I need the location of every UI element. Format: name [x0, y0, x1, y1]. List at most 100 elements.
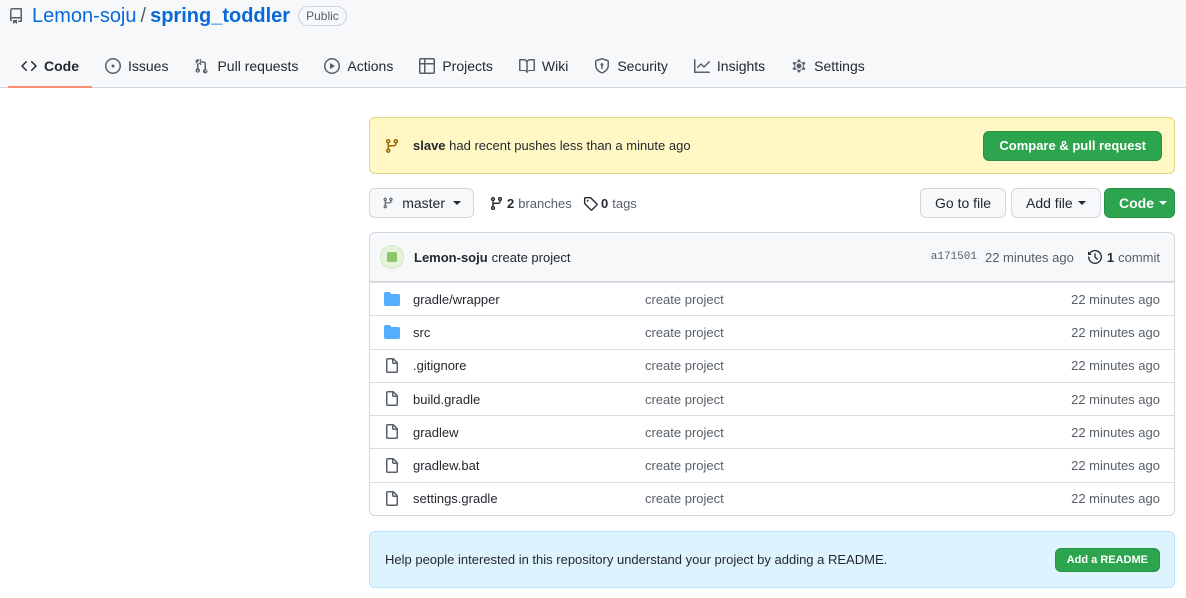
file-age: 22 minutes ago — [1071, 291, 1160, 307]
commit-sha-link[interactable]: a171501 — [931, 251, 977, 263]
add-file-button[interactable]: Add file — [1011, 188, 1101, 218]
history-icon — [1087, 250, 1102, 264]
file-icon — [384, 457, 400, 474]
file-name-link[interactable]: gradlew.bat — [413, 458, 480, 473]
file-age: 22 minutes ago — [1071, 458, 1160, 474]
file-age: 22 minutes ago — [1071, 491, 1160, 507]
file-age: 22 minutes ago — [1071, 391, 1160, 407]
tab-label: Projects — [442, 58, 493, 74]
table-row: build.gradle create project 22 minutes a… — [370, 381, 1174, 415]
file-name-link[interactable]: build.gradle — [413, 392, 480, 407]
commit-history-link[interactable]: 1 commit — [1087, 249, 1160, 265]
tab-actions[interactable]: Actions — [311, 46, 406, 88]
file-name-link[interactable]: gradlew — [413, 425, 459, 440]
add-readme-button[interactable]: Add a README — [1054, 547, 1160, 572]
branches-label: branches — [518, 195, 572, 211]
table-row: gradle/wrapper create project 22 minutes… — [370, 282, 1174, 315]
tags-label: tags — [612, 195, 637, 211]
commit-count: 1 — [1106, 249, 1115, 265]
code-dropdown-button[interactable]: Code — [1104, 188, 1175, 218]
file-name-link[interactable]: gradle/wrapper — [413, 292, 500, 307]
visibility-badge: Public — [298, 6, 347, 26]
repo-title: Lemon-soju / spring_toddler Public — [8, 4, 347, 28]
push-message-text: had recent pushes less than a minute ago — [449, 138, 691, 153]
file-commit-message[interactable]: create project — [645, 425, 724, 440]
tab-label: Pull requests — [217, 58, 299, 74]
tab-insights[interactable]: Insights — [681, 46, 778, 88]
file-icon — [384, 424, 400, 440]
file-age: 22 minutes ago — [1071, 358, 1160, 374]
tab-projects[interactable]: Projects — [406, 46, 506, 88]
tab-label: Actions — [347, 58, 394, 74]
file-navigation: master 2 branches 0 tags Go to file Add … — [369, 188, 1175, 218]
tab-label: Issues — [128, 58, 169, 74]
tab-label: Security — [617, 58, 668, 74]
git-pull-request-icon — [195, 59, 208, 74]
compare-pull-request-button[interactable]: Compare & pull request — [983, 130, 1162, 161]
tab-code[interactable]: Code — [8, 46, 92, 88]
table-row: .gitignore create project 22 minutes ago — [370, 348, 1174, 382]
file-commit-message[interactable]: create project — [645, 358, 724, 373]
shield-icon — [595, 58, 610, 74]
table-row: src create project 22 minutes ago — [370, 315, 1174, 348]
tag-icon — [583, 196, 598, 211]
tab-settings[interactable]: Settings — [778, 46, 878, 88]
file-commit-message[interactable]: create project — [645, 392, 724, 407]
tab-security[interactable]: Security — [581, 46, 681, 88]
commit-message-link[interactable]: create project — [492, 250, 931, 265]
file-name-link[interactable]: settings.gradle — [413, 491, 498, 506]
play-icon — [324, 58, 341, 74]
avatar-image — [387, 252, 397, 262]
latest-commit-bar: Lemon-soju create project a171501 22 min… — [370, 233, 1174, 282]
table-row: gradlew.bat create project 22 minutes ag… — [370, 448, 1174, 481]
file-commit-message[interactable]: create project — [645, 292, 724, 307]
git-branch-icon — [490, 196, 503, 210]
table-row: gradlew create project 22 minutes ago — [370, 415, 1174, 448]
file-icon — [384, 490, 400, 507]
repo-separator: / — [140, 4, 147, 27]
table-row: settings.gradle create project 22 minute… — [370, 481, 1174, 515]
gear-icon — [792, 59, 806, 73]
git-branch-icon — [384, 138, 400, 154]
repo-header: Lemon-soju / spring_toddler Public Code … — [0, 0, 1186, 88]
file-listing: Lemon-soju create project a171501 22 min… — [369, 232, 1175, 516]
go-to-file-button[interactable]: Go to file — [920, 188, 1007, 218]
repo-owner-link[interactable]: Lemon-soju — [32, 5, 137, 28]
tags-link[interactable]: 0 tags — [583, 188, 637, 218]
recent-push-banner: slave had recent pushes less than a minu… — [369, 117, 1175, 174]
file-commit-message[interactable]: create project — [645, 458, 724, 473]
file-age: 22 minutes ago — [1071, 424, 1160, 440]
git-branch-icon — [383, 197, 393, 209]
tab-label: Insights — [716, 58, 766, 74]
graph-icon — [693, 59, 710, 73]
tab-issues[interactable]: Issues — [92, 46, 181, 88]
commit-count-label: commit — [1118, 249, 1160, 265]
push-message: slave had recent pushes less than a minu… — [413, 138, 983, 153]
branches-link[interactable]: 2 branches — [489, 188, 572, 218]
file-name-link[interactable]: src — [413, 325, 430, 340]
book-icon — [518, 58, 535, 74]
pushed-branch-link[interactable]: slave — [413, 138, 446, 153]
folder-icon — [384, 324, 400, 340]
readme-banner: Help people interested in this repositor… — [369, 531, 1175, 588]
avatar[interactable] — [380, 245, 404, 269]
repo-icon — [8, 8, 24, 24]
code-icon — [21, 60, 37, 72]
tab-wiki[interactable]: Wiki — [506, 46, 581, 88]
caret-down-icon — [453, 201, 461, 205]
caret-down-icon — [1159, 201, 1167, 205]
branches-count: 2 — [507, 195, 515, 211]
tab-label: Code — [44, 58, 79, 74]
tab-label: Settings — [814, 58, 865, 74]
commit-age: 22 minutes ago — [984, 249, 1074, 265]
commit-author-link[interactable]: Lemon-soju — [414, 250, 488, 265]
file-commit-message[interactable]: create project — [645, 491, 724, 506]
branch-select-button[interactable]: master — [369, 188, 474, 218]
code-label: Code — [1119, 195, 1154, 211]
file-commit-message[interactable]: create project — [645, 325, 724, 340]
repo-name-link[interactable]: spring_toddler — [150, 5, 290, 28]
tab-pull-requests[interactable]: Pull requests — [181, 46, 311, 88]
caret-down-icon — [1077, 201, 1086, 205]
file-name-link[interactable]: .gitignore — [413, 358, 466, 373]
table-icon — [419, 58, 436, 74]
